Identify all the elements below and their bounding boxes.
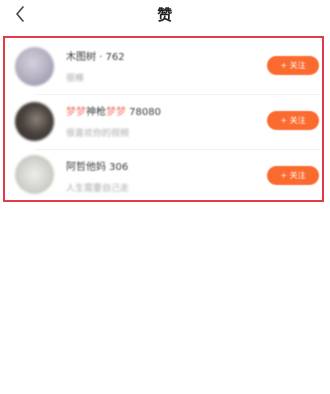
page-title: 赞: [157, 6, 173, 24]
follow-button[interactable]: + 关注: [267, 166, 319, 185]
follow-button[interactable]: + 关注: [267, 56, 319, 75]
avatar[interactable]: [15, 47, 54, 86]
comment-text: 很喜欢你的视频: [66, 129, 130, 139]
likes-page: 赞 木图树 · 762 很棒 + 关注 梦梦神枪梦梦 78080 很喜欢你的视频…: [0, 0, 330, 394]
name-part: 神枪: [86, 107, 106, 118]
follow-button[interactable]: + 关注: [267, 111, 319, 130]
comment-text: 很棒: [66, 74, 85, 84]
name-part: 梦梦: [66, 107, 86, 118]
avatar[interactable]: [15, 102, 54, 141]
avatar[interactable]: [15, 155, 54, 194]
name-part: 梦梦: [106, 107, 126, 118]
likes-list: 木图树 · 762 很棒 + 关注 梦梦神枪梦梦 78080 很喜欢你的视频 +…: [3, 36, 324, 202]
nav-bar: 赞: [0, 0, 330, 30]
list-item[interactable]: 木图树 · 762 很棒 + 关注: [5, 39, 322, 95]
user-name[interactable]: 阿哲他妈 306: [66, 158, 128, 173]
list-item[interactable]: 阿哲他妈 306 人生需要自己走 + 关注: [5, 148, 322, 204]
user-name[interactable]: 梦梦神枪梦梦 78080: [66, 103, 161, 118]
comment-text: 人生需要自己走: [66, 184, 130, 194]
user-name[interactable]: 木图树 · 762: [66, 48, 125, 63]
list-item[interactable]: 梦梦神枪梦梦 78080 很喜欢你的视频 + 关注: [5, 93, 322, 149]
name-part: 78080: [126, 107, 161, 118]
